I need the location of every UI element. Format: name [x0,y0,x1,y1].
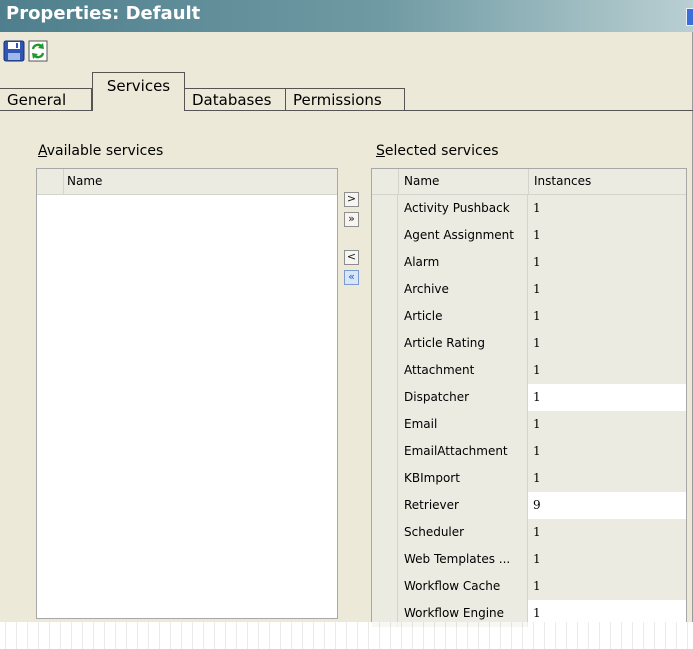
table-row[interactable]: Email 1 [372,411,686,438]
service-name: Email [398,411,528,438]
table-row[interactable]: KBImport 1 [372,465,686,492]
available-services-mnemonic: A [38,143,47,159]
add-service-button[interactable]: > [344,192,359,207]
tab-databases[interactable]: Databases [185,88,286,110]
service-name: Alarm [398,249,528,276]
service-instances[interactable]: 1 [528,438,686,465]
table-row[interactable]: Activity Pushback 1 [372,195,686,222]
service-instances[interactable]: 1 [528,357,686,384]
service-instances[interactable]: 1 [528,249,686,276]
service-instances[interactable]: 1 [528,303,686,330]
table-row[interactable]: Scheduler 1 [372,519,686,546]
tab-general[interactable]: General [0,88,92,110]
service-name: Archive [398,276,528,303]
service-instances[interactable]: 1 [528,546,686,573]
available-services-label: Available services [38,143,163,159]
table-row[interactable]: Dispatcher 1 [372,384,686,411]
service-name: Activity Pushback [398,195,528,222]
service-name: Scheduler [398,519,528,546]
service-instances[interactable]: 1 [528,222,686,249]
service-name: KBImport [398,465,528,492]
window-title: Properties: Default [6,3,201,24]
save-button[interactable] [1,38,27,64]
available-column-name[interactable]: Name [67,169,102,194]
available-services-label-text: vailable services [46,143,164,159]
service-instances[interactable]: 1 [528,465,686,492]
table-row[interactable]: Workflow Cache 1 [372,573,686,600]
service-instances[interactable]: 1 [528,384,686,411]
row-selector[interactable] [372,492,398,519]
row-selector[interactable] [372,222,398,249]
service-name: Retriever [398,492,528,519]
row-selector[interactable] [372,546,398,573]
row-selector[interactable] [372,519,398,546]
service-name: Web Templates ... [398,546,528,573]
service-instances[interactable]: 1 [528,330,686,357]
selected-column-name[interactable]: Name [404,169,439,194]
tab-services[interactable]: Services [92,72,185,111]
selected-services-label: Selected services [376,143,499,159]
table-row[interactable]: Attachment 1 [372,357,686,384]
row-selector[interactable] [372,573,398,600]
add-all-services-button[interactable]: » [344,212,359,227]
row-selector[interactable] [372,330,398,357]
service-instances[interactable]: 1 [528,276,686,303]
title-bar: Properties: Default [0,0,693,32]
table-row[interactable]: Article Rating 1 [372,330,686,357]
table-row[interactable]: Retriever 9 [372,492,686,519]
table-row[interactable]: EmailAttachment 1 [372,438,686,465]
row-selector[interactable] [372,195,398,222]
service-name: Workflow Cache [398,573,528,600]
selected-header-selector [372,169,399,194]
remove-service-button[interactable]: < [344,250,359,265]
refresh-icon [28,40,48,62]
service-instances[interactable]: 1 [528,195,686,222]
table-row[interactable]: Alarm 1 [372,249,686,276]
window-control-button[interactable] [686,8,693,26]
row-selector[interactable] [372,411,398,438]
service-instances[interactable]: 1 [528,573,686,600]
row-selector[interactable] [372,303,398,330]
table-row[interactable]: Article 1 [372,303,686,330]
row-selector[interactable] [372,384,398,411]
selected-services-label-text: elected services [384,143,499,159]
row-selector[interactable] [372,249,398,276]
available-header-selector [37,169,64,194]
service-name: EmailAttachment [398,438,528,465]
selected-column-divider [528,169,529,194]
row-selector[interactable] [372,357,398,384]
selected-services-grid[interactable]: Name Instances Activity Pushback 1 Agent… [371,168,687,627]
available-services-grid[interactable]: Name [36,168,338,619]
service-name: Attachment [398,357,528,384]
service-instances[interactable]: 1 [528,411,686,438]
table-row[interactable]: Archive 1 [372,276,686,303]
row-selector[interactable] [372,438,398,465]
service-name: Agent Assignment [398,222,528,249]
floppy-disk-icon [3,40,25,62]
row-selector[interactable] [372,465,398,492]
tab-permissions[interactable]: Permissions [286,88,405,110]
selected-grid-header: Name Instances [372,169,686,195]
selected-services-mnemonic: S [376,143,385,159]
service-instances[interactable]: 1 [528,519,686,546]
remove-all-services-button[interactable]: « [344,270,359,285]
service-name: Article Rating [398,330,528,357]
page-bottom-strip [0,622,693,649]
selected-column-instances[interactable]: Instances [534,169,591,194]
row-selector[interactable] [372,276,398,303]
toolbar [0,34,693,74]
available-grid-header: Name [37,169,337,195]
service-instances[interactable]: 9 [528,492,686,519]
table-row[interactable]: Agent Assignment 1 [372,222,686,249]
properties-window: Properties: Default General Services Dat… [0,0,693,627]
service-name: Article [398,303,528,330]
services-panel: Available services Name > » < « Selected… [0,111,692,627]
service-name: Dispatcher [398,384,528,411]
table-row[interactable]: Web Templates ... 1 [372,546,686,573]
refresh-button[interactable] [25,38,51,64]
